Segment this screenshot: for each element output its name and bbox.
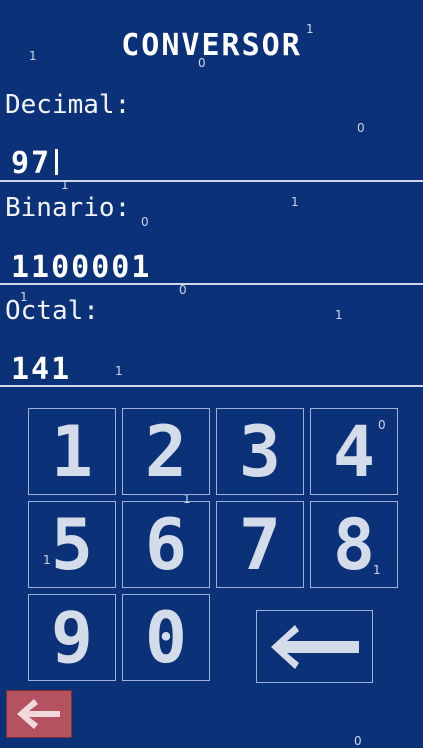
key-1[interactable]: 1	[28, 408, 116, 495]
bg-digit: 0	[357, 121, 365, 135]
bg-digit: 0	[354, 734, 362, 748]
backspace-button[interactable]	[256, 610, 373, 683]
arrow-left-icon	[17, 699, 60, 729]
key-label: 6	[144, 503, 188, 586]
text-cursor	[55, 149, 59, 175]
decimal-value: 97	[11, 146, 52, 181]
key-label: 7	[238, 503, 282, 586]
key-4[interactable]: 4	[310, 408, 398, 495]
key-label: 8	[332, 503, 376, 586]
divider	[0, 385, 423, 387]
key-5[interactable]: 5	[28, 501, 116, 588]
key-0[interactable]: 0	[122, 594, 210, 681]
octal-value: 141	[11, 352, 72, 387]
arrow-left-icon	[270, 624, 359, 669]
decimal-field[interactable]: 97	[11, 146, 59, 181]
decimal-label: Decimal:	[5, 90, 131, 120]
key-label: 3	[238, 410, 282, 493]
divider	[0, 283, 423, 285]
binary-value: 1100001	[11, 250, 152, 285]
bg-digit: 1	[115, 364, 123, 378]
key-3[interactable]: 3	[216, 408, 304, 495]
key-2[interactable]: 2	[122, 408, 210, 495]
key-label: 5	[50, 503, 94, 586]
key-8[interactable]: 8	[310, 501, 398, 588]
key-label: 9	[50, 596, 94, 679]
octal-label: Octal:	[5, 296, 99, 326]
key-6[interactable]: 6	[122, 501, 210, 588]
back-button[interactable]	[6, 690, 72, 738]
key-label: 2	[144, 410, 188, 493]
app-title: CONVERSOR	[121, 28, 302, 63]
bg-digit: 1	[291, 195, 299, 209]
key-label: 1	[50, 410, 94, 493]
binary-label: Binario:	[5, 193, 131, 223]
bg-digit: 1	[335, 308, 343, 322]
divider	[0, 180, 423, 182]
key-label: 4	[332, 410, 376, 493]
key-9[interactable]: 9	[28, 594, 116, 681]
octal-field[interactable]: 141	[11, 352, 71, 387]
bg-digit: 0	[141, 215, 149, 229]
key-label: 0	[144, 596, 188, 679]
bg-digit: 0	[179, 283, 187, 297]
binary-field[interactable]: 1100001	[11, 250, 151, 285]
key-7[interactable]: 7	[216, 501, 304, 588]
